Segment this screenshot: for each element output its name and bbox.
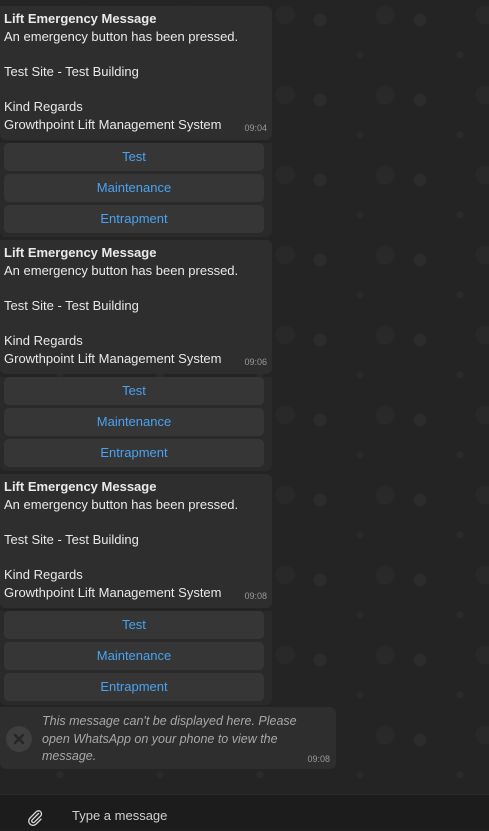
test-button[interactable]: Test <box>4 377 264 405</box>
message-site: Test Site - Test Building <box>4 64 139 79</box>
message-signature: Growthpoint Lift Management System <box>4 117 222 132</box>
message-time: 09:06 <box>244 357 267 367</box>
quick-reply-group: Test Maintenance Entrapment <box>0 611 272 705</box>
unsupported-message-bubble: This message can't be displayed here. Pl… <box>0 707 336 769</box>
message-bubble: Lift Emergency Message An emergency butt… <box>0 474 272 608</box>
message-regards: Kind Regards <box>4 333 83 348</box>
message-group: Lift Emergency Message An emergency butt… <box>0 240 272 471</box>
message-input[interactable] <box>72 808 452 823</box>
message-title: Lift Emergency Message <box>4 245 157 260</box>
test-button[interactable]: Test <box>4 143 264 171</box>
entrapment-button[interactable]: Entrapment <box>4 205 264 233</box>
message-text: An emergency button has been pressed. <box>4 29 239 44</box>
entrapment-button[interactable]: Entrapment <box>4 439 264 467</box>
test-button[interactable]: Test <box>4 611 264 639</box>
unsupported-message-text: This message can't be displayed here. Pl… <box>42 714 297 763</box>
message-group: Lift Emergency Message An emergency butt… <box>0 474 272 705</box>
quick-reply-group: Test Maintenance Entrapment <box>0 143 272 237</box>
message-site: Test Site - Test Building <box>4 298 139 313</box>
message-title: Lift Emergency Message <box>4 11 157 26</box>
quick-reply-group: Test Maintenance Entrapment <box>0 377 272 471</box>
message-regards: Kind Regards <box>4 567 83 582</box>
message-signature: Growthpoint Lift Management System <box>4 585 222 600</box>
maintenance-button[interactable]: Maintenance <box>4 642 264 670</box>
message-composer <box>0 794 489 829</box>
message-time: 09:08 <box>307 754 330 764</box>
message-signature: Growthpoint Lift Management System <box>4 351 222 366</box>
message-site: Test Site - Test Building <box>4 532 139 547</box>
blocked-icon <box>6 726 32 752</box>
entrapment-button[interactable]: Entrapment <box>4 673 264 701</box>
message-text: An emergency button has been pressed. <box>4 263 239 278</box>
maintenance-button[interactable]: Maintenance <box>4 174 264 202</box>
message-time: 09:08 <box>244 591 267 601</box>
message-group: Lift Emergency Message An emergency butt… <box>0 6 272 237</box>
message-title: Lift Emergency Message <box>4 479 157 494</box>
chat-area: Lift Emergency Message An emergency butt… <box>0 0 489 794</box>
message-time: 09:04 <box>244 123 267 133</box>
message-regards: Kind Regards <box>4 99 83 114</box>
paperclip-icon[interactable] <box>26 808 44 827</box>
message-bubble: Lift Emergency Message An emergency butt… <box>0 6 272 140</box>
message-bubble: Lift Emergency Message An emergency butt… <box>0 240 272 374</box>
message-text: An emergency button has been pressed. <box>4 497 239 512</box>
maintenance-button[interactable]: Maintenance <box>4 408 264 436</box>
